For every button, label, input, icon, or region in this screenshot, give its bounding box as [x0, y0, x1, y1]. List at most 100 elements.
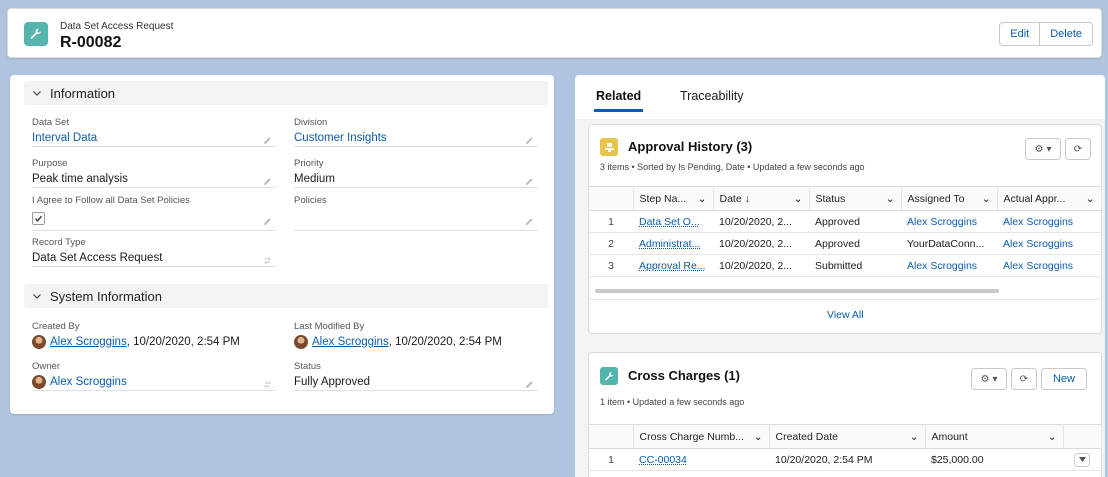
agree-policies-label: I Agree to Follow all Data Set Policies — [32, 195, 190, 206]
wrench-icon — [24, 22, 48, 46]
record-type-label: Record Type — [32, 237, 86, 248]
last-modified-by-label: Last Modified By — [294, 321, 365, 332]
chevron-down-icon: ⌄ — [1085, 192, 1095, 205]
horizontal-scrollbar[interactable] — [595, 289, 999, 293]
change-record-type-icon[interactable] — [263, 253, 272, 271]
pencil-icon[interactable] — [525, 377, 534, 395]
table-row: 1 Data Set O... 10/20/2020, 2... Approve… — [589, 210, 1101, 233]
field-division: Division Customer Insights — [294, 117, 538, 147]
step-name-link[interactable]: Approval Re... — [633, 254, 713, 277]
caret-down-icon — [1078, 457, 1086, 462]
cross-charges-table: Cross Charge Numb... ⌄ Created Date ⌄ Amou… — [589, 424, 1102, 471]
approval-history-table: Step Na... ⌄ Date ↓ ⌄ Status ⌄ Assigned To ⌄… — [589, 186, 1102, 277]
new-cross-charge-button[interactable]: New — [1041, 368, 1087, 390]
gear-dropdown-button[interactable]: ⚙ ▾ — [1025, 138, 1061, 160]
assigned-to-link[interactable]: Alex Scroggins — [901, 254, 997, 277]
change-owner-icon[interactable] — [263, 377, 272, 395]
purpose-label: Purpose — [32, 158, 68, 169]
gear-icon: ⚙ — [1034, 143, 1044, 155]
information-section-header[interactable]: Information — [24, 81, 548, 105]
step-name-link[interactable]: Data Set O... — [633, 210, 713, 233]
cross-charges-subtitle: 1 item • Updated a few seconds ago — [600, 397, 745, 407]
approval-icon — [600, 138, 618, 156]
policies-label: Policies — [294, 195, 327, 206]
actual-approver-link[interactable]: Alex Scroggins — [997, 254, 1101, 277]
avatar — [294, 335, 308, 349]
refresh-button[interactable]: ⟳ — [1065, 138, 1091, 160]
cross-charges-title[interactable]: Cross Charges (1) — [628, 368, 740, 383]
refresh-button[interactable]: ⟳ — [1011, 368, 1037, 390]
column-header-step-name[interactable]: Step Na... ⌄ — [633, 186, 714, 211]
approval-history-card: Approval History (3) 3 items • Sorted by… — [588, 124, 1102, 334]
tab-traceability[interactable]: Traceability — [680, 89, 743, 103]
object-type-label: Data Set Access Request — [60, 21, 174, 32]
status-value: Fully Approved — [294, 375, 371, 388]
column-header-actions — [1063, 424, 1102, 449]
column-header-rownum — [589, 186, 634, 211]
cross-charges-card: Cross Charges (1) 1 item • Updated a few… — [588, 352, 1102, 477]
pencil-icon[interactable] — [263, 174, 272, 192]
agree-policies-checkbox[interactable] — [32, 212, 45, 225]
chevron-down-icon: ⌄ — [793, 192, 803, 205]
field-policies: Policies — [294, 195, 538, 231]
approval-history-subtitle: 3 items • Sorted by Is Pending, Date • U… — [600, 162, 865, 172]
status-cell: Approved — [809, 232, 901, 255]
field-record-type: Record Type Data Set Access Request — [32, 237, 276, 267]
column-header-date[interactable]: Date ↓ ⌄ — [713, 186, 810, 211]
row-actions-button[interactable] — [1074, 452, 1090, 467]
pencil-icon[interactable] — [525, 214, 534, 232]
record-name: R-00082 — [60, 34, 122, 51]
approval-history-title[interactable]: Approval History (3) — [628, 139, 752, 154]
actual-approver-link[interactable]: Alex Scroggins — [997, 210, 1101, 233]
created-by-user-link[interactable]: Alex Scroggins — [50, 333, 127, 351]
pencil-icon[interactable] — [263, 214, 272, 232]
created-date-cell: 10/20/2020, 2:54 PM — [769, 448, 925, 471]
delete-button[interactable]: Delete — [1040, 22, 1093, 46]
priority-value: Medium — [294, 172, 335, 185]
chevron-down-icon: ⌄ — [1047, 430, 1057, 443]
division-label: Division — [294, 117, 328, 128]
step-name-link[interactable]: Administrat... — [633, 232, 713, 255]
pencil-icon[interactable] — [525, 174, 534, 192]
pencil-icon[interactable] — [525, 133, 534, 151]
field-status: Status Fully Approved — [294, 361, 538, 391]
date-cell: 10/20/2020, 2... — [713, 232, 809, 255]
created-by-date: , 10/20/2020, 2:54 PM — [126, 336, 240, 348]
caret-down-icon: ▾ — [1046, 143, 1052, 155]
status-label: Status — [294, 361, 321, 372]
table-row: 2 Administrat... 10/20/2020, 2... Approv… — [589, 232, 1101, 255]
field-owner: Owner Alex Scroggins — [32, 361, 276, 391]
chevron-down-icon: ⌄ — [697, 192, 707, 205]
record-type-value: Data Set Access Request — [32, 251, 163, 264]
column-header-actual-approver[interactable]: Actual Appr... ⌄ — [997, 186, 1102, 211]
gear-dropdown-button[interactable]: ⚙ ▾ — [971, 368, 1007, 390]
priority-label: Priority — [294, 158, 324, 169]
edit-button[interactable]: Edit — [999, 22, 1041, 46]
last-modified-user-link[interactable]: Alex Scroggins — [312, 333, 389, 351]
created-by-label: Created By — [32, 321, 80, 332]
column-header-amount[interactable]: Amount ⌄ — [925, 424, 1064, 449]
table-header-row: Step Na... ⌄ Date ↓ ⌄ Status ⌄ Assigned To ⌄… — [589, 186, 1102, 211]
assigned-to-link[interactable]: Alex Scroggins — [901, 210, 997, 233]
status-cell: Submitted — [809, 254, 901, 277]
owner-link[interactable]: Alex Scroggins — [50, 373, 127, 391]
avatar — [32, 374, 46, 389]
table-header-row: Cross Charge Numb... ⌄ Created Date ⌄ Amou… — [589, 424, 1102, 449]
view-all-link[interactable]: View All — [827, 309, 864, 321]
actual-approver-link[interactable]: Alex Scroggins — [997, 232, 1101, 255]
data-set-link[interactable]: Interval Data — [32, 129, 97, 147]
record-tabs: Related Traceability — [575, 75, 1105, 119]
pencil-icon[interactable] — [263, 133, 272, 151]
status-cell: Approved — [809, 210, 901, 233]
field-agree-policies: I Agree to Follow all Data Set Policies — [32, 195, 276, 231]
tab-related[interactable]: Related — [593, 89, 644, 112]
cross-charge-number-link[interactable]: CC-00034 — [633, 448, 769, 471]
column-header-created-date[interactable]: Created Date ⌄ — [769, 424, 926, 449]
column-header-assigned-to[interactable]: Assigned To ⌄ — [901, 186, 998, 211]
system-information-section-header[interactable]: System Information — [24, 284, 548, 308]
division-link[interactable]: Customer Insights — [294, 129, 387, 147]
column-header-cross-charge-number[interactable]: Cross Charge Numb... ⌄ — [633, 424, 770, 449]
column-header-status[interactable]: Status ⌄ — [809, 186, 902, 211]
last-modified-date: , 10/20/2020, 2:54 PM — [388, 336, 502, 348]
row-number: 1 — [589, 448, 633, 471]
